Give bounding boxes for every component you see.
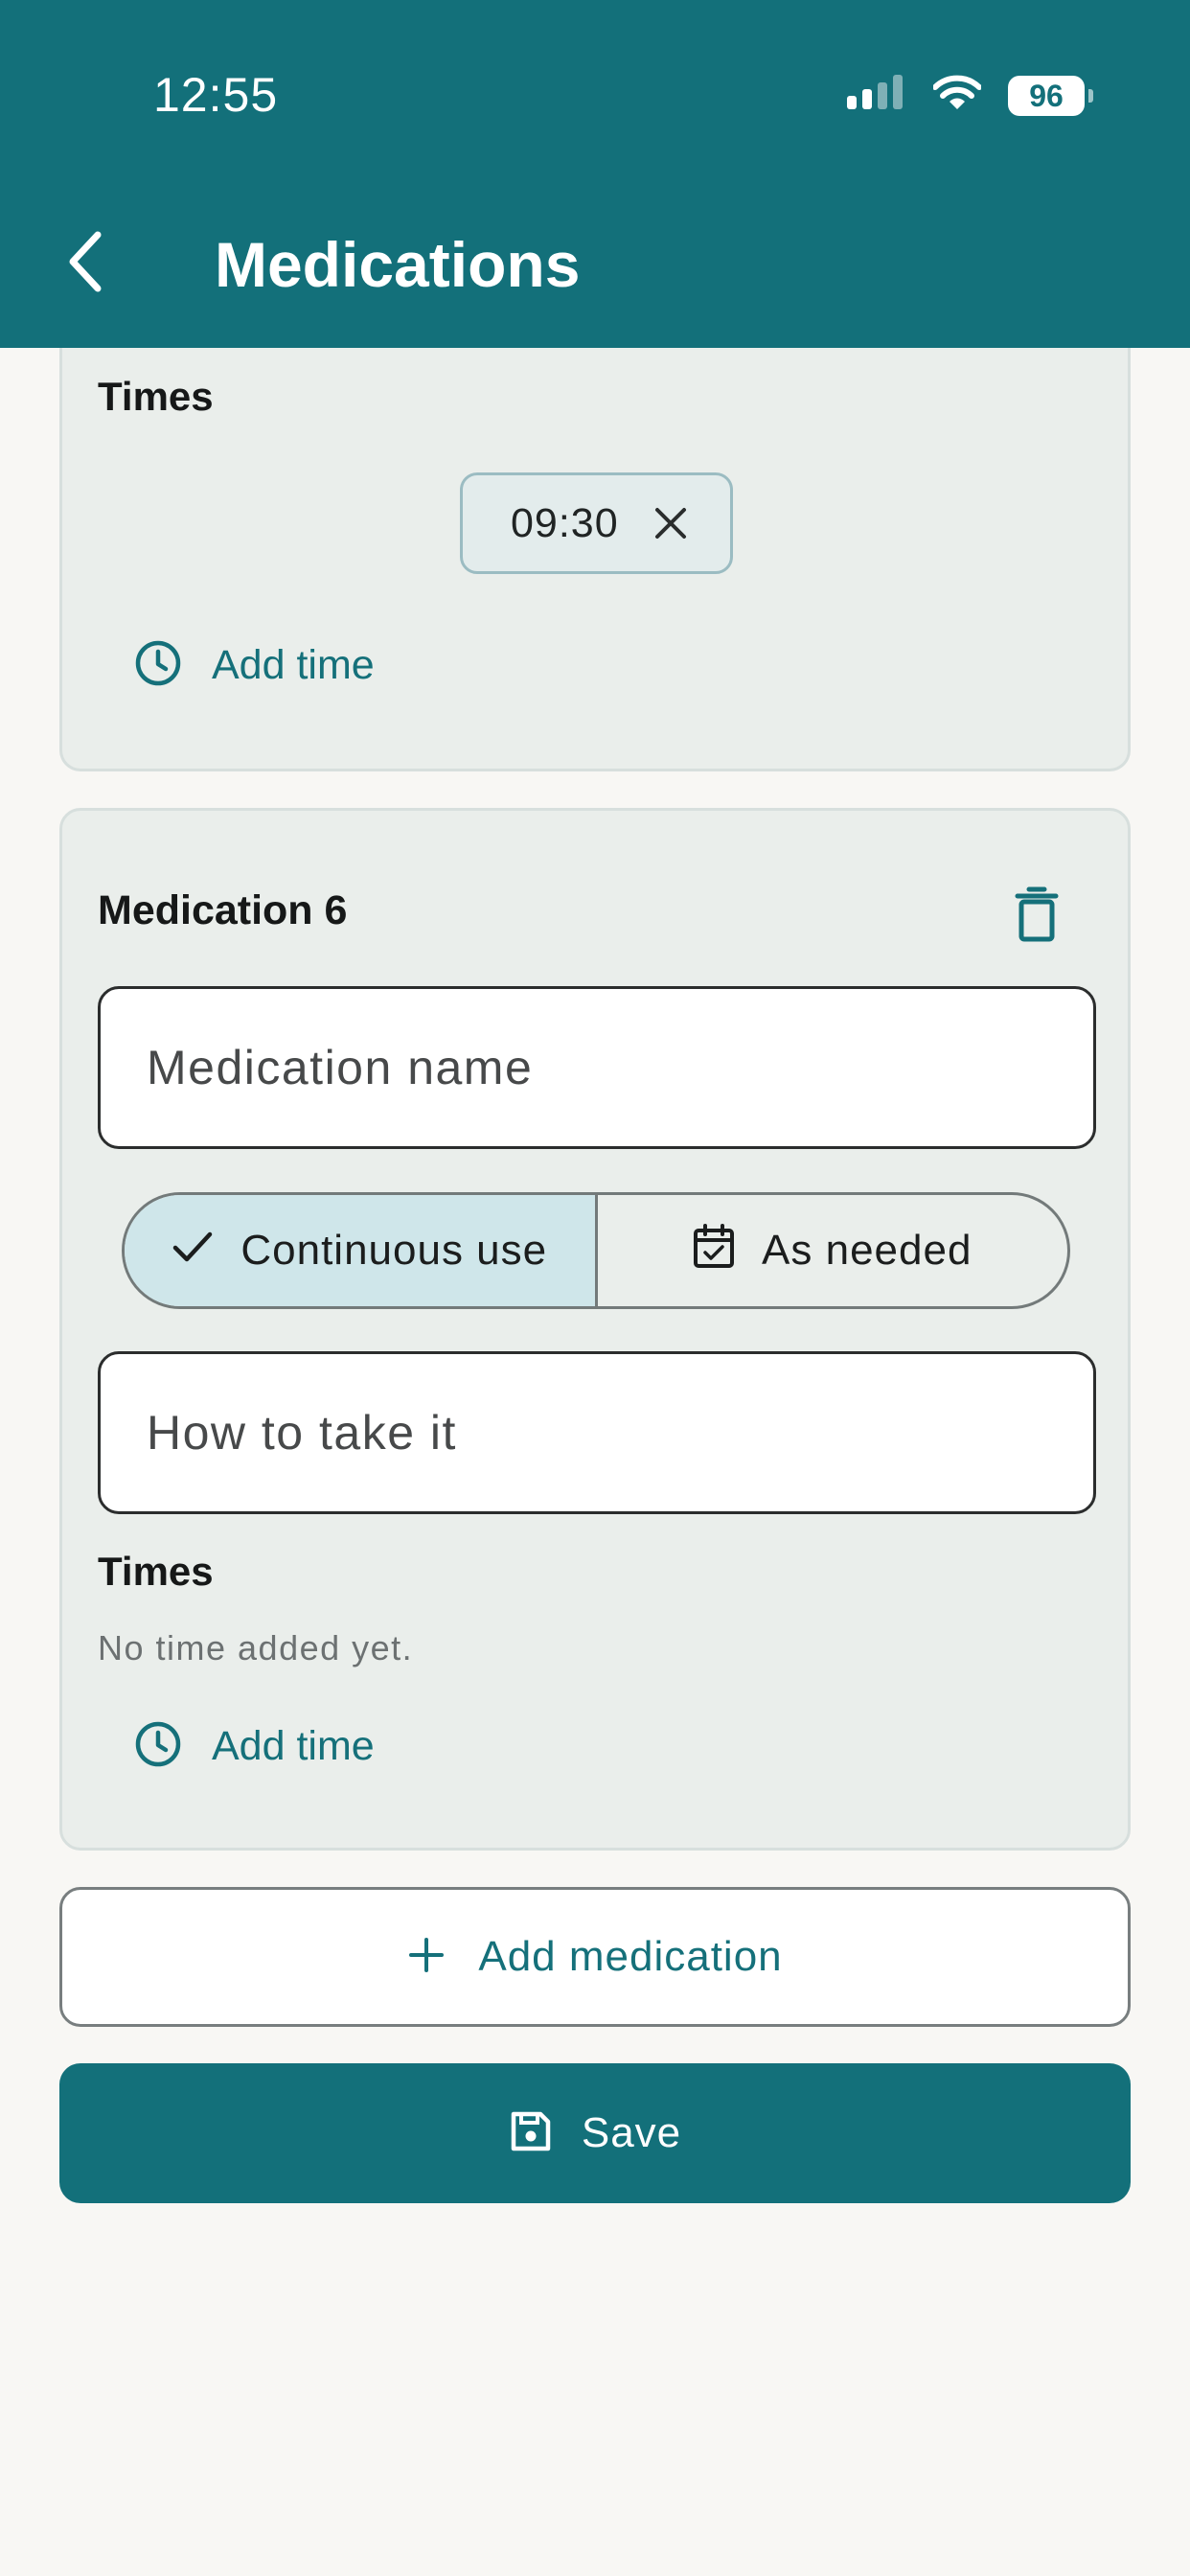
add-time-label: Add time xyxy=(212,1722,375,1769)
add-time-label: Add time xyxy=(212,641,375,688)
page-title: Medications xyxy=(215,229,581,300)
back-button[interactable] xyxy=(48,220,125,307)
times-label: Times xyxy=(98,374,214,419)
save-button[interactable]: Save xyxy=(59,2063,1131,2203)
save-icon xyxy=(509,2109,553,2158)
signal-icon xyxy=(847,74,906,118)
time-chip[interactable]: 09:30 xyxy=(460,472,733,574)
times-label: Times xyxy=(98,1549,214,1594)
chevron-left-icon xyxy=(67,231,105,297)
app-bar: 12:55 96 Medications xyxy=(0,0,1190,348)
add-medication-label: Add medication xyxy=(478,1933,783,1980)
status-time: 12:55 xyxy=(153,68,279,122)
as-needed-label: As needed xyxy=(762,1227,973,1274)
add-time-button[interactable]: Add time xyxy=(133,627,375,703)
check-icon xyxy=(172,1227,214,1275)
medication-name-placeholder: Medication name xyxy=(147,1041,534,1094)
add-medication-button[interactable]: Add medication xyxy=(59,1887,1131,2027)
no-time-message: No time added yet. xyxy=(98,1628,414,1668)
medication-name-input[interactable]: Medication name xyxy=(98,986,1096,1149)
instructions-placeholder: How to take it xyxy=(147,1406,457,1460)
battery-indicator: 96 xyxy=(1008,76,1093,116)
save-label: Save xyxy=(581,2109,682,2156)
medication-card-6: Medication 6 Medication name Continuous … xyxy=(59,808,1131,1851)
time-chip-value: 09:30 xyxy=(511,499,619,546)
calendar-check-icon xyxy=(693,1223,735,1279)
remove-time-icon[interactable] xyxy=(650,502,692,544)
clock-icon xyxy=(133,638,183,693)
clock-icon xyxy=(133,1719,183,1774)
status-icons: 96 xyxy=(847,73,1093,119)
continuous-use-label: Continuous use xyxy=(240,1227,548,1274)
usage-type-selector: Continuous use As needed xyxy=(122,1192,1070,1309)
plus-icon xyxy=(407,1936,446,1979)
wifi-icon xyxy=(932,75,982,118)
medication-title: Medication 6 xyxy=(98,887,348,933)
add-time-button[interactable]: Add time xyxy=(133,1708,375,1784)
continuous-use-option[interactable]: Continuous use xyxy=(125,1195,598,1306)
trash-icon xyxy=(1014,886,1060,948)
medication-card-previous: Times 09:30 Add time xyxy=(59,288,1131,771)
delete-medication-button[interactable] xyxy=(1008,883,1065,950)
instructions-input[interactable]: How to take it xyxy=(98,1351,1096,1514)
as-needed-option[interactable]: As needed xyxy=(598,1195,1068,1306)
